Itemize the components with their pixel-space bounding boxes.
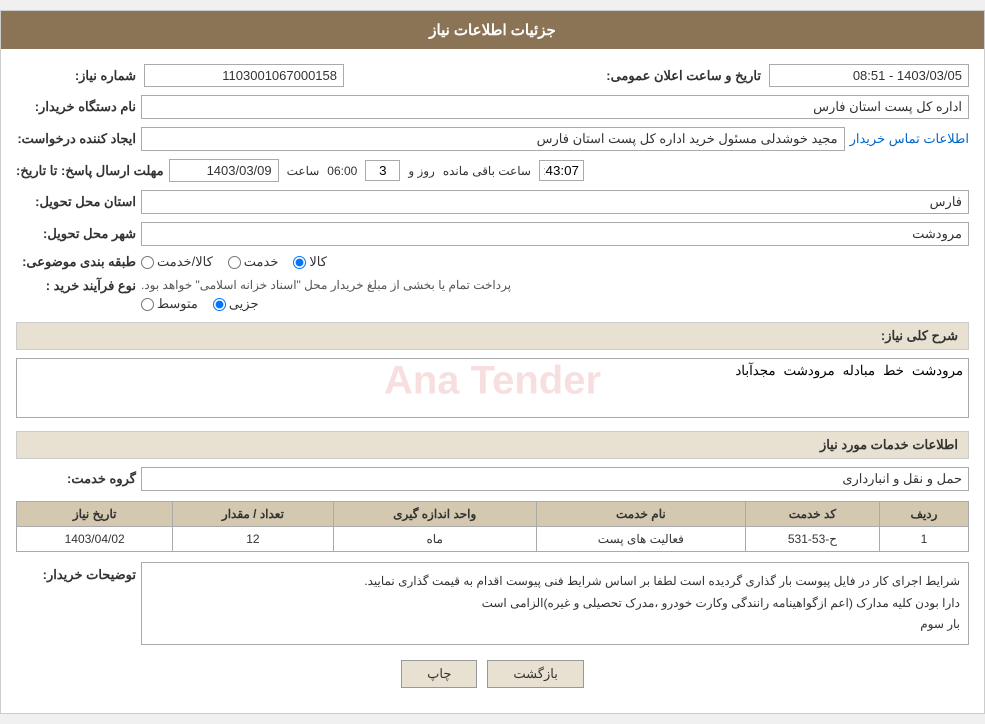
purchase-type-radio-group: متوسط جزیی	[141, 296, 259, 312]
remain-time-input[interactable]	[539, 160, 584, 181]
col-header-date: تاریخ نیاز	[17, 502, 173, 527]
date-announce-value: 1403/03/05 - 08:51	[769, 64, 969, 87]
description-textarea[interactable]: مرودشت خط مبادله مرودشت مجدآباد	[16, 358, 969, 418]
services-section-title: اطلاعات خدمات مورد نیاز	[16, 431, 969, 459]
col-header-code: کد خدمت	[745, 502, 879, 527]
date-announce-label: تاریخ و ساعت اعلان عمومی:	[606, 68, 761, 84]
purchase-type-label-1: جزیی	[229, 296, 259, 312]
category-radio-group: کالا/خدمت خدمت کالا	[141, 254, 327, 270]
cell-row: 1	[879, 527, 968, 552]
creator-link[interactable]: اطلاعات تماس خریدار	[850, 131, 969, 147]
send-date-value: 1403/03/09	[169, 159, 279, 182]
creator-value: مجید خوشدلی مسئول خرید اداره کل پست استا…	[141, 127, 845, 151]
description-section-title: شرح کلی نیاز:	[16, 322, 969, 350]
city-label: شهر محل تحویل:	[16, 226, 136, 242]
days-input[interactable]	[365, 160, 400, 181]
col-header-name: نام خدمت	[536, 502, 745, 527]
category-option-kala-khedmat[interactable]: کالا/خدمت	[141, 254, 213, 270]
province-value: فارس	[141, 190, 969, 214]
purchase-type-label-2: متوسط	[157, 296, 198, 312]
col-header-row: ردیف	[879, 502, 968, 527]
col-header-unit: واحد اندازه گیری	[333, 502, 536, 527]
category-option-khedmat[interactable]: خدمت	[228, 254, 279, 270]
purchase-type-label: نوع فرآیند خرید :	[16, 278, 136, 294]
time-label: ساعت	[287, 164, 320, 178]
action-buttons: بازگشت چاپ	[16, 660, 969, 688]
col-header-qty: تعداد / مقدار	[173, 502, 333, 527]
purchase-type-medium[interactable]: متوسط	[141, 296, 198, 312]
page-title: جزئیات اطلاعات نیاز	[1, 11, 984, 49]
services-table: ردیف کد خدمت نام خدمت واحد اندازه گیری ت…	[16, 501, 969, 552]
category-option-label-1: کالا	[309, 254, 327, 270]
category-option-kala[interactable]: کالا	[293, 254, 327, 270]
category-radio-3[interactable]	[141, 256, 154, 269]
send-date-label: مهلت ارسال پاسخ: تا تاریخ:	[16, 163, 164, 179]
category-option-label-2: خدمت	[244, 254, 279, 270]
back-button[interactable]: بازگشت	[487, 660, 583, 688]
cell-code: ح-53-531	[745, 527, 879, 552]
purchase-type-radio-2[interactable]	[141, 298, 154, 311]
service-group-value: حمل و نقل و انبارداری	[141, 467, 969, 491]
remain-label: ساعت باقی مانده	[443, 164, 531, 178]
category-radio-2[interactable]	[228, 256, 241, 269]
cell-date: 1403/04/02	[17, 527, 173, 552]
need-number-value: 1103001067000158	[144, 64, 344, 87]
category-option-label-3: کالا/خدمت	[157, 254, 213, 270]
buyer-name-label: نام دستگاه خریدار:	[16, 99, 136, 115]
table-row: 1ح-53-531فعالیت های پستماه121403/04/02	[17, 527, 969, 552]
time-value-label: 06:00	[327, 164, 357, 178]
purchase-type-radio-1[interactable]	[213, 298, 226, 311]
need-number-label: شماره نیاز:	[16, 68, 136, 84]
purchase-type-notice: پرداخت تمام یا بخشی از مبلغ خریدار محل "…	[141, 278, 511, 292]
creator-label: ایجاد کننده درخواست:	[16, 131, 136, 147]
buyer-notes-value: شرایط اجرای کار در فایل پیوست بار گذاری …	[141, 562, 969, 645]
cell-qty: 12	[173, 527, 333, 552]
cell-name: فعالیت های پست	[536, 527, 745, 552]
day-and-label: روز و	[408, 164, 435, 178]
province-label: استان محل تحویل:	[16, 194, 136, 210]
buyer-notes-label: توضیحات خریدار:	[16, 562, 136, 583]
category-label: طبقه بندی موضوعی:	[16, 254, 136, 270]
purchase-type-partial[interactable]: جزیی	[213, 296, 259, 312]
services-table-section: ردیف کد خدمت نام خدمت واحد اندازه گیری ت…	[16, 501, 969, 552]
service-group-label: گروه خدمت:	[16, 471, 136, 487]
buyer-name-value: اداره کل پست استان فارس	[141, 95, 969, 119]
city-value: مرودشت	[141, 222, 969, 246]
cell-unit: ماه	[333, 527, 536, 552]
category-radio-1[interactable]	[293, 256, 306, 269]
print-button[interactable]: چاپ	[401, 660, 477, 688]
